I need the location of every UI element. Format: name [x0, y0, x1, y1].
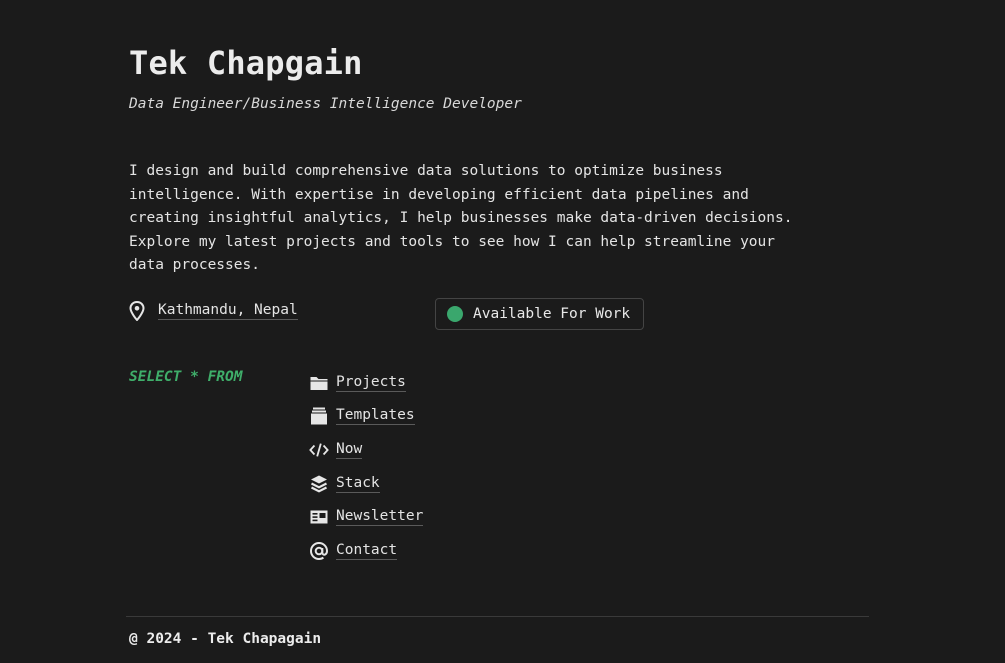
bio-paragraph: I design and build comprehensive data so… — [129, 160, 869, 278]
folder-icon — [309, 373, 329, 393]
nav-link-contact[interactable]: Contact — [336, 542, 398, 560]
select-prefix: SELECT * FROM — [129, 369, 243, 385]
footer-copyright: @ 2024 - Tek Chapagain — [129, 631, 322, 647]
nav-link-newsletter[interactable]: Newsletter — [336, 508, 424, 527]
bio-line: data processes. — [129, 257, 260, 273]
nav-link-now[interactable]: Now — [336, 441, 363, 459]
nav-link-stack[interactable]: Stack — [336, 475, 380, 493]
nav-item-now[interactable]: Now — [309, 433, 423, 467]
newsletter-icon — [309, 507, 329, 527]
code-icon — [309, 440, 329, 460]
page-title: Tek Chapgain — [129, 44, 363, 82]
nav-menu: Projects Templates Now Stack Newsletter — [309, 366, 424, 568]
status-dot — [447, 306, 463, 322]
bio-line: I design and build comprehensive data so… — [129, 163, 723, 179]
nav-link-projects[interactable]: Projects — [336, 374, 406, 392]
nav-item-contact[interactable]: Contact — [309, 534, 423, 568]
availability-label: Available For Work — [473, 306, 631, 322]
footer-divider — [126, 616, 869, 617]
nav-item-templates[interactable]: Templates — [309, 400, 423, 434]
map-pin-icon — [129, 301, 145, 321]
nav-item-projects[interactable]: Projects — [309, 366, 423, 400]
availability-badge: Available For Work — [435, 298, 645, 330]
bio-line: Explore my latest projects and tools to … — [129, 233, 776, 250]
location: Kathmandu, Nepal — [129, 301, 298, 321]
layers-icon — [309, 474, 329, 494]
nav-link-templates[interactable]: Templates — [336, 407, 415, 426]
nav-item-stack[interactable]: Stack — [309, 467, 423, 501]
bio-line: intelligence. With expertise in developi… — [129, 186, 749, 203]
nav-item-newsletter[interactable]: Newsletter — [309, 500, 424, 534]
bio-line: creating insightful analytics, I help bu… — [129, 210, 793, 226]
at-icon — [309, 541, 329, 561]
job-title: Data Engineer/Business Intelligence Deve… — [129, 96, 522, 112]
location-link[interactable]: Kathmandu, Nepal — [158, 302, 298, 320]
templates-icon — [309, 406, 329, 426]
